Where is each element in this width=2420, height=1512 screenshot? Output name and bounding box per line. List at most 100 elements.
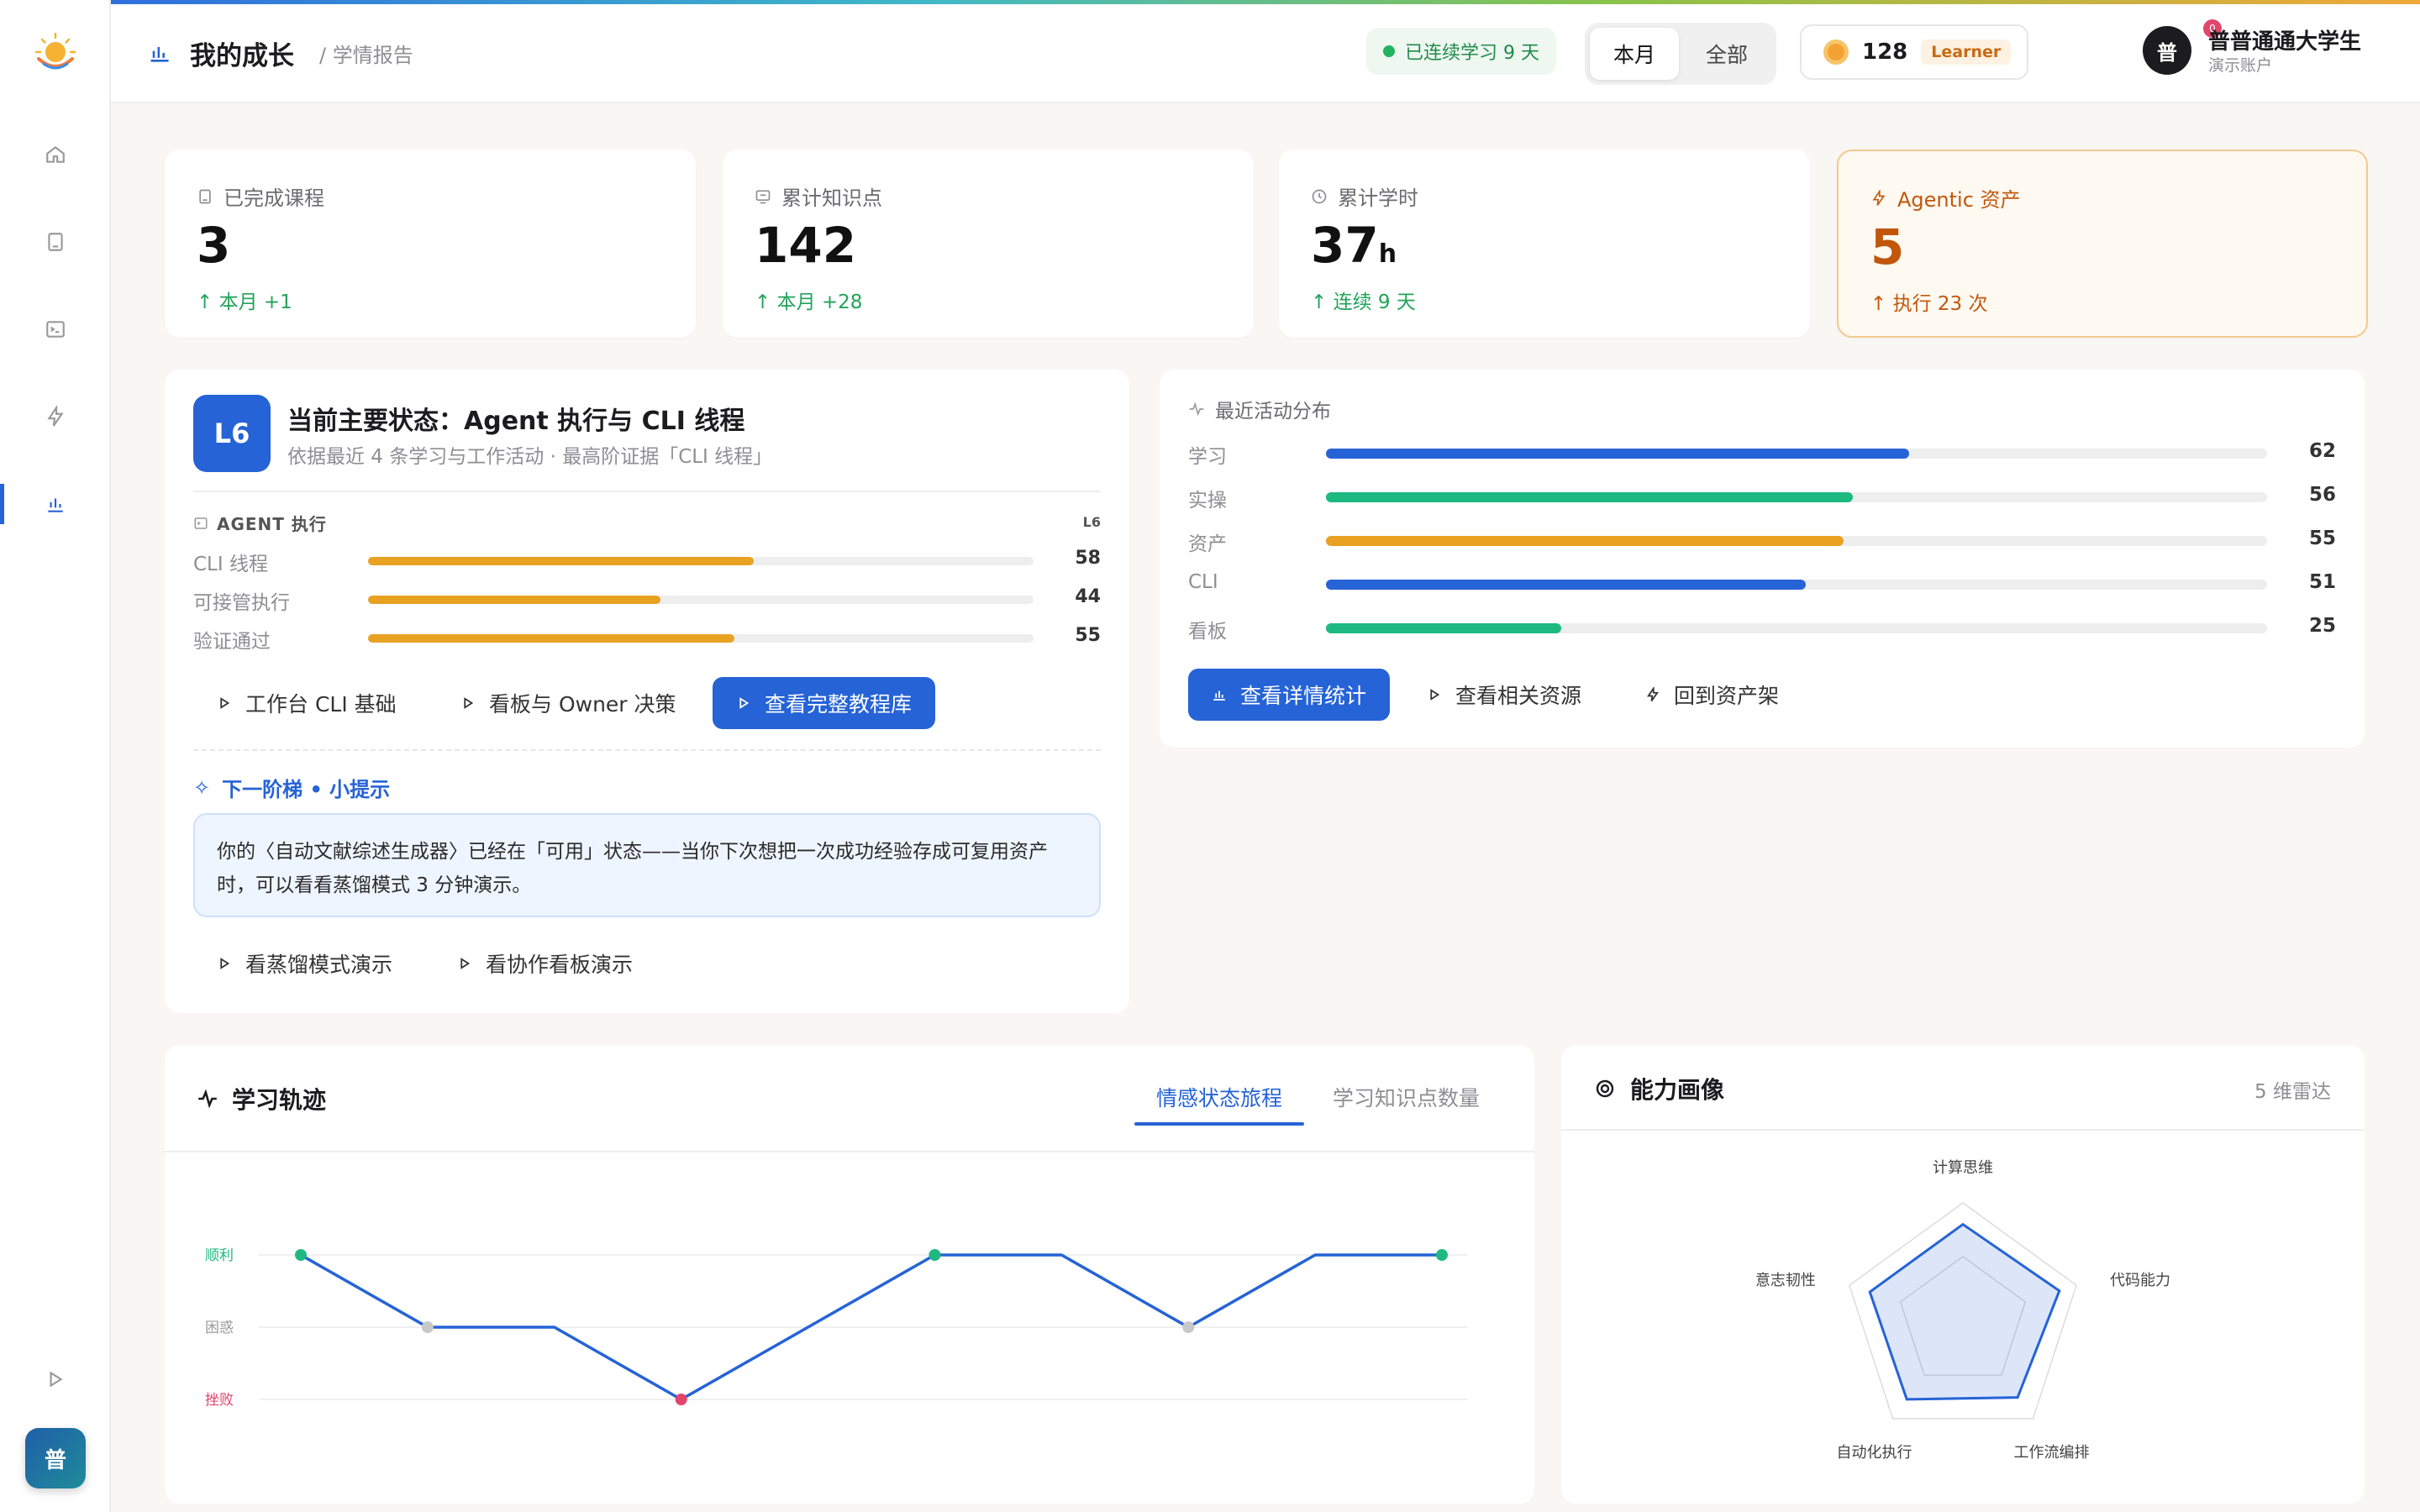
y-tick-label: 顺利 — [205, 1247, 234, 1264]
coin-balance[interactable]: 128 Learner — [1800, 24, 2028, 80]
activity-label: CLI — [1188, 571, 1218, 593]
play-icon — [739, 697, 750, 709]
breadcrumb[interactable]: / 学情报告 — [319, 39, 413, 68]
state-title: 当前主要状态：Agent 执行与 CLI 线程 — [287, 407, 745, 436]
user-name[interactable]: 普普通通大学生 — [2208, 24, 2361, 55]
activity-heading-label: 最近活动分布 — [1215, 401, 1331, 423]
ability-profile-card: 能力画像 5 维雷达 计算思维 代码能力 工作流编排 自动化执行 意志韧性 — [1561, 1045, 2365, 1504]
activity-value: 62 — [2308, 440, 2336, 462]
stat-label-row: 累计学时 — [1311, 181, 1418, 211]
view-resources-button[interactable]: 查看相关资源 — [1403, 669, 1606, 721]
stat-delta: ↑ 连续 9 天 — [1311, 291, 1416, 313]
terminal-icon[interactable] — [39, 312, 72, 346]
activity-label: 实操 — [1188, 490, 1227, 512]
tab-emotion-journey[interactable]: 情感状态旅程 — [1156, 1082, 1282, 1112]
activity-label: 看板 — [1188, 621, 1227, 643]
stat-delta-text: 本月 +1 — [218, 291, 292, 313]
metric-track — [368, 596, 1034, 604]
book-icon[interactable] — [39, 225, 72, 259]
activity-track — [1326, 449, 2267, 459]
metric-label: 可接管执行 — [193, 592, 290, 614]
page-title: 我的成长 — [190, 41, 294, 71]
streak-badge: 已连续学习 9 天 — [1366, 28, 1556, 75]
level-badge: L6 — [193, 395, 271, 472]
chart-icon[interactable] — [39, 487, 72, 521]
stat-number: 37 — [1311, 217, 1379, 274]
stat-card-hours[interactable]: 累计学时 37h ↑ 连续 9 天 — [1279, 150, 1810, 338]
stat-value: 3 — [197, 217, 230, 274]
bolt-icon — [1872, 189, 1886, 206]
stat-delta: ↑ 本月 +28 — [755, 291, 863, 313]
stat-number: 5 — [1870, 218, 1905, 276]
stat-delta-text: 本月 +28 — [776, 291, 863, 313]
stat-card-courses[interactable]: 已完成课程 3 ↑ 本月 +1 — [165, 150, 696, 338]
activity-heading: 最近活动分布 — [1188, 395, 1331, 423]
radar-chart: 计算思维代码能力工作流编排 自动化执行 意志韧性 — [1755, 1159, 2170, 1462]
button-label: 查看相关资源 — [1455, 684, 1582, 708]
sidebar-active-indicator — [0, 484, 4, 524]
stat-label: 累计学时 — [1338, 186, 1418, 210]
activity-fill — [1326, 536, 1844, 546]
status-dot-icon — [1383, 45, 1395, 57]
current-state-card: L6 当前主要状态：Agent 执行与 CLI 线程 依据最近 4 条学习与工作… — [165, 370, 1129, 1013]
stat-label: Agentic 资产 — [1897, 188, 2021, 212]
asset-shelf-button[interactable]: 回到资产架 — [1622, 669, 1803, 721]
kanban-owner-button[interactable]: 看板与 Owner 决策 — [437, 677, 700, 729]
cli-basics-button[interactable]: 工作台 CLI 基础 — [193, 677, 420, 729]
radar-axis-label: 意志韧性 — [1755, 1272, 1816, 1289]
app-logo[interactable] — [32, 30, 79, 77]
data-point — [929, 1249, 941, 1261]
view-tutorials-button[interactable]: 查看完整教程库 — [713, 677, 936, 729]
radar-subtitle: 5 维雷达 — [2254, 1081, 2331, 1103]
button-label: 回到资产架 — [1674, 684, 1780, 708]
stat-value: 37h — [1311, 217, 1397, 274]
radar-axis-label: 自动化执行 — [1837, 1444, 1912, 1462]
stat-delta-text: 连续 9 天 — [1333, 291, 1416, 313]
y-tick-label: 挫败 — [205, 1392, 234, 1409]
coin-count: 128 — [1862, 39, 1908, 65]
play-icon[interactable] — [39, 1362, 72, 1396]
tab-all[interactable]: 全部 — [1682, 28, 1771, 80]
bolt-icon[interactable] — [39, 400, 72, 433]
sidebar-avatar[interactable]: 普 — [25, 1428, 86, 1488]
home-icon[interactable] — [39, 138, 72, 171]
activity-fill — [1326, 492, 1854, 502]
radar-axis-label: 工作流编排 — [2013, 1444, 2089, 1462]
metric-row: CLI 线程 58 — [193, 548, 1101, 575]
radar-title-label: 能力画像 — [1630, 1076, 1725, 1104]
tip-box: 你的〈自动文献综述生成器〉已经在「可用」状态——当你下次想把一次成功经验存成可复… — [193, 813, 1101, 917]
trajectory-title-label: 学习轨迹 — [232, 1086, 327, 1114]
metric-value: 55 — [1075, 625, 1101, 646]
stat-value: 142 — [755, 217, 856, 274]
chart-icon — [1213, 690, 1225, 701]
view-stats-button[interactable]: 查看详情统计 — [1188, 669, 1391, 721]
kanban-demo-button[interactable]: 看协作看板演示 — [434, 937, 657, 990]
play-icon — [1430, 689, 1440, 701]
stat-card-assets[interactable]: Agentic 资产 5 ↑ 执行 23 次 — [1837, 150, 2368, 338]
metric-fill — [368, 634, 734, 643]
state-subtitle: 依据最近 4 条学习与工作活动 · 最高阶证据「CLI 线程」 — [287, 446, 773, 468]
button-label: 查看详情统计 — [1240, 684, 1367, 708]
stat-label-row: 累计知识点 — [755, 181, 882, 211]
dashed-divider — [193, 749, 1101, 751]
activity-label: 资产 — [1188, 533, 1227, 555]
bolt-icon — [1647, 687, 1659, 702]
user-avatar[interactable]: 普 — [2143, 26, 2191, 75]
stat-label: 已完成课程 — [224, 186, 324, 210]
play-icon — [464, 697, 474, 709]
radar-axis-label: 代码能力 — [2110, 1272, 2170, 1289]
activity-row: 学习 62 — [1188, 440, 2336, 468]
metric-track — [368, 557, 1034, 565]
button-label: 看蒸馏模式演示 — [245, 953, 393, 977]
stat-card-knowledge[interactable]: 累计知识点 142 ↑ 本月 +28 — [723, 150, 1254, 338]
tab-this-month[interactable]: 本月 — [1590, 28, 1679, 80]
section-heading: AGENT 执行 — [193, 511, 327, 535]
stat-delta: ↑ 执行 23 次 — [1870, 293, 1988, 315]
stat-label-row: 已完成课程 — [197, 181, 324, 211]
user-subtitle: 演示账户 — [2208, 56, 2273, 75]
activity-track — [1326, 492, 2267, 502]
tab-knowledge-count[interactable]: 学习知识点数量 — [1333, 1082, 1480, 1112]
target-icon — [1596, 1079, 1614, 1098]
distill-demo-button[interactable]: 看蒸馏模式演示 — [193, 937, 417, 990]
section-level: L6 — [1082, 514, 1101, 530]
